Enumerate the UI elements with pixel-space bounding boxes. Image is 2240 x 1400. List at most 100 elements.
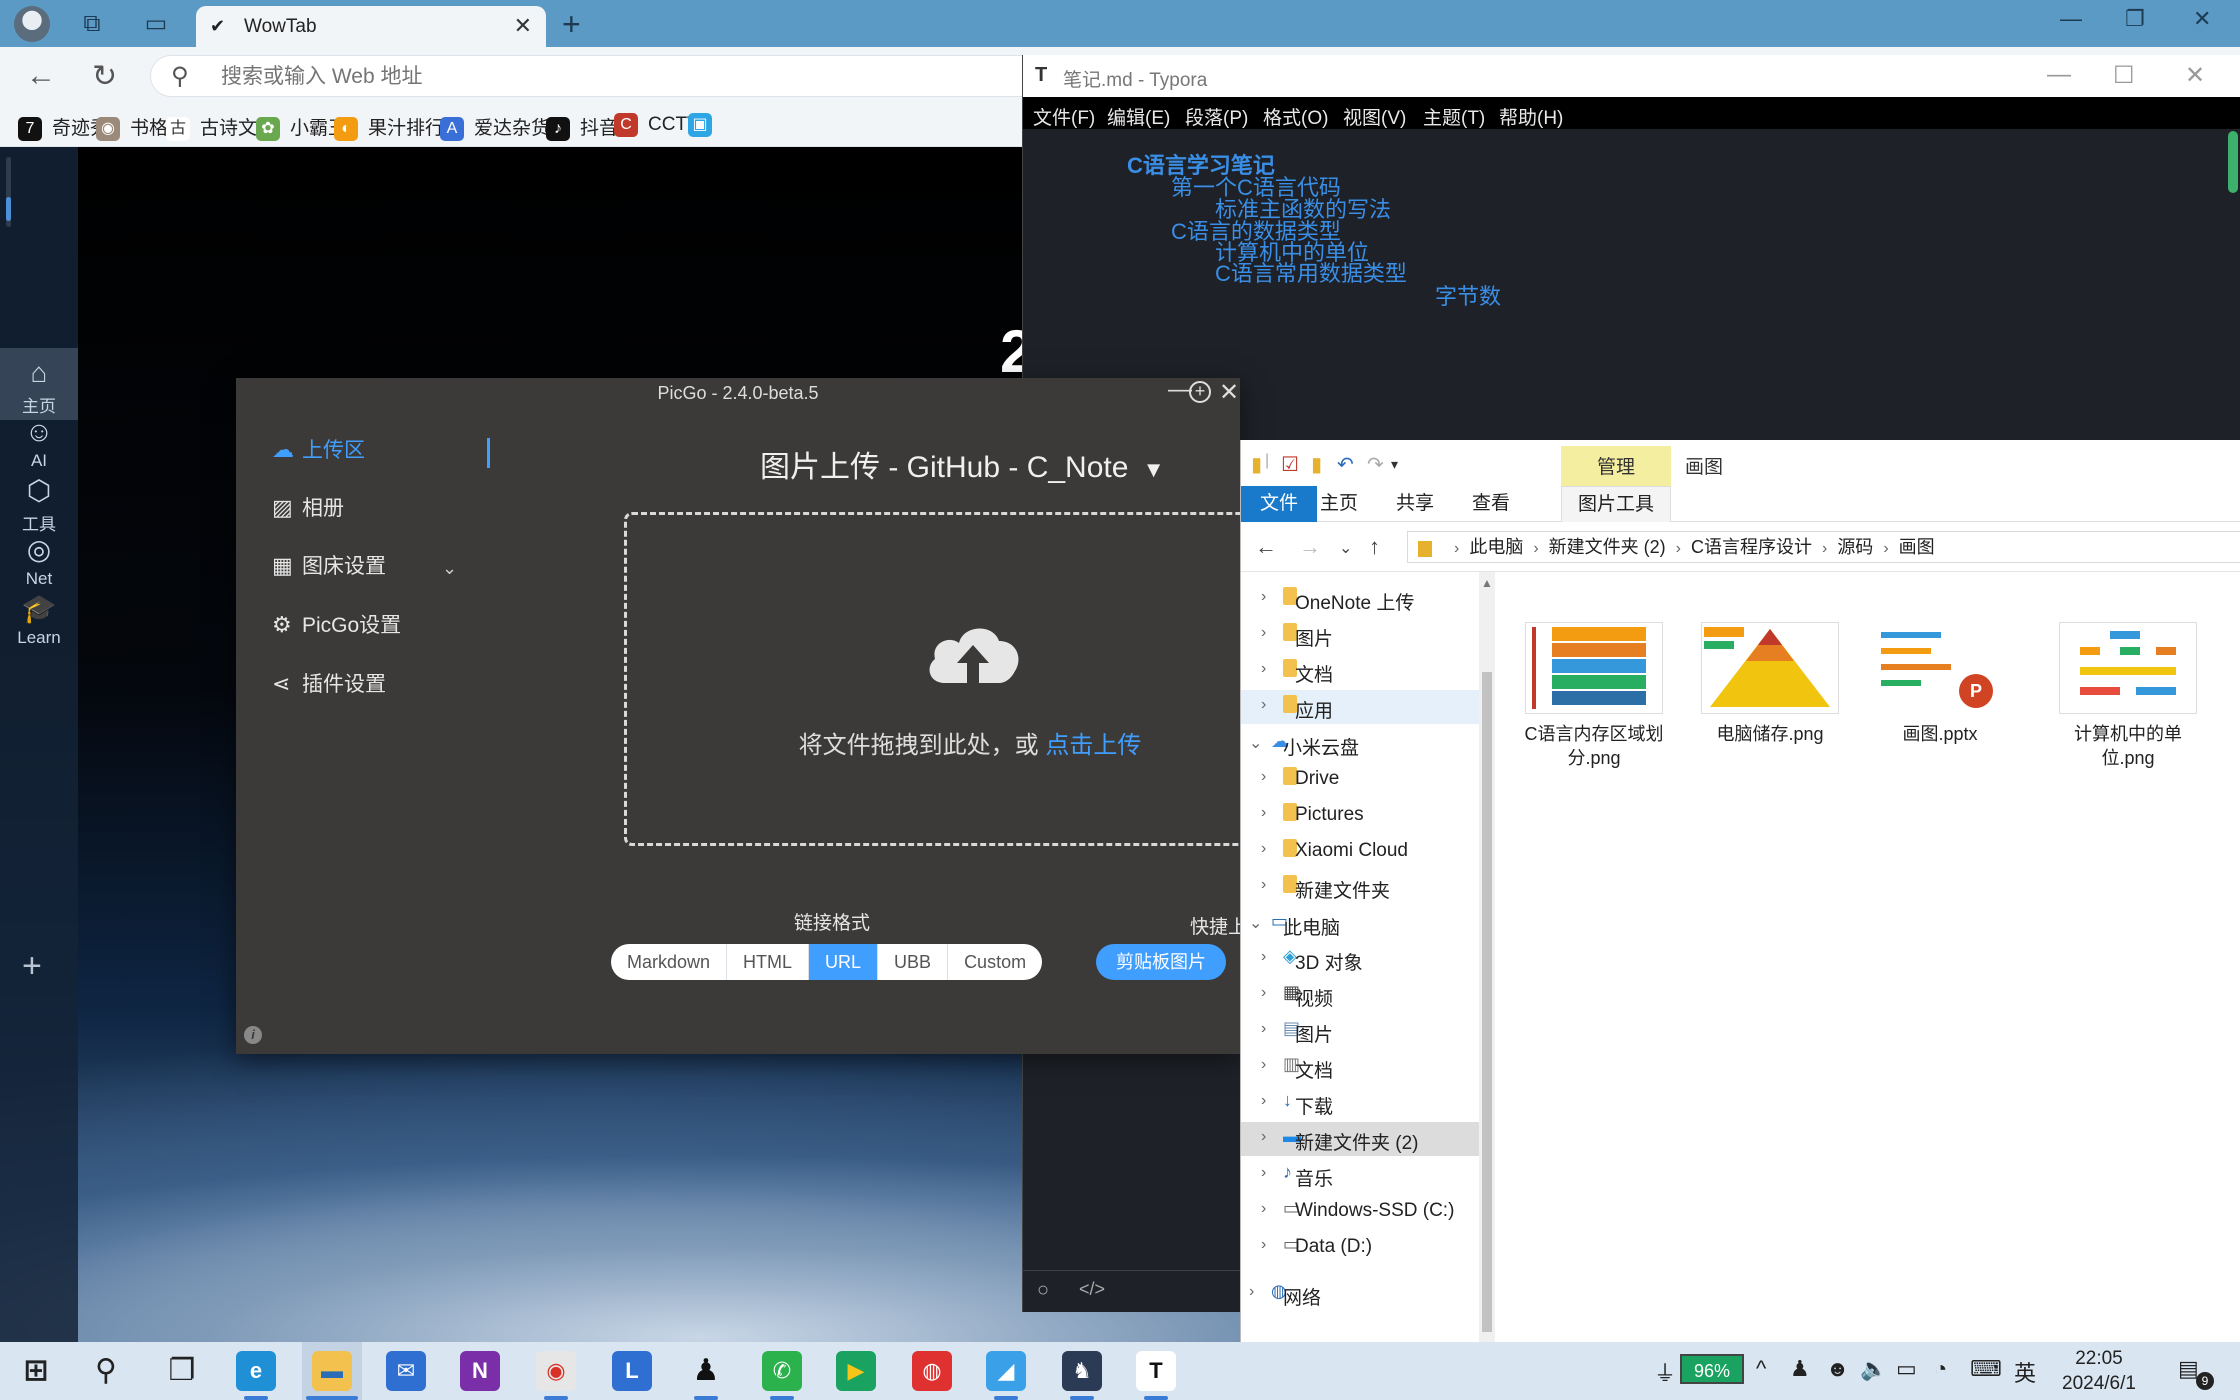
menu-item[interactable]: 视图(V): [1343, 103, 1406, 130]
minimize-icon[interactable]: —: [2047, 61, 2071, 89]
chevron-down-icon[interactable]: ⌄: [1249, 913, 1262, 933]
format-option-markdown[interactable]: Markdown: [611, 944, 728, 980]
tree-item[interactable]: ⌄ ▭ 此电脑: [1241, 907, 1479, 941]
nav-gallery[interactable]: ▨ 相册: [272, 492, 344, 522]
netease-music-icon[interactable]: ◍: [912, 1351, 952, 1391]
lenovo-icon[interactable]: L: [612, 1351, 652, 1391]
chevron-right-icon[interactable]: ›: [1261, 840, 1266, 858]
reload-icon[interactable]: ↻: [92, 59, 117, 94]
navigation-scrollbar[interactable]: ▲: [1479, 572, 1495, 1342]
rail-item-learn[interactable]: 🎓 Learn: [0, 584, 78, 656]
clipboard-upload-button[interactable]: 剪贴板图片: [1096, 944, 1226, 980]
tree-item[interactable]: › OneNote 上传: [1241, 582, 1479, 616]
click-upload-link[interactable]: 点击上传: [1045, 732, 1141, 759]
recent-locations-icon[interactable]: ⌄: [1339, 538, 1352, 558]
source-code-icon[interactable]: </>: [1079, 1279, 1105, 1300]
power-plug-icon[interactable]: ⏚: [1654, 1356, 1676, 1388]
add-icon[interactable]: +: [22, 947, 42, 986]
mail-icon[interactable]: ✉: [386, 1351, 426, 1391]
tab-actions-icon[interactable]: ▭: [136, 6, 176, 42]
tree-item[interactable]: › ▤ 图片: [1241, 1014, 1479, 1048]
format-option-url[interactable]: URL: [809, 944, 879, 980]
chevron-right-icon[interactable]: ›: [1261, 1236, 1266, 1254]
cat-tray-icon[interactable]: ☻: [1826, 1356, 1849, 1382]
tree-item[interactable]: › ▭ Windows-SSD (C:): [1241, 1194, 1479, 1228]
chevron-right-icon[interactable]: ›: [1261, 1164, 1266, 1182]
format-option-ubb[interactable]: UBB: [878, 944, 949, 980]
outline-item[interactable]: C语言常用数据类型: [1215, 256, 1407, 288]
info-icon[interactable]: i: [244, 1026, 262, 1044]
tree-item[interactable]: ⌄ ☁ 小米云盘: [1241, 727, 1479, 761]
restore-icon[interactable]: ❐: [2125, 6, 2145, 32]
breadcrumb-segment[interactable]: 此电脑: [1469, 532, 1523, 562]
sidebar-toggle-icon[interactable]: ○: [1037, 1279, 1049, 1302]
properties-icon[interactable]: ☑: [1281, 452, 1299, 477]
favorite-item[interactable]: ♪ 抖音: [546, 113, 618, 141]
nav-picbed-settings[interactable]: ▦ 图床设置: [272, 550, 386, 580]
file-item[interactable]: C语言内存区域划分.png: [1519, 622, 1669, 770]
scroll-up-icon[interactable]: ▲: [1481, 576, 1493, 590]
upload-dropzone[interactable]: 将文件拖拽到此处，或 点击上传: [624, 512, 1264, 846]
chevron-right-icon[interactable]: ›: [1261, 1056, 1266, 1074]
undo-icon[interactable]: ↶: [1337, 452, 1354, 477]
file-item[interactable]: 计算机中的单位.png: [2053, 622, 2203, 770]
close-icon[interactable]: ✕: [2185, 61, 2205, 90]
outline-item[interactable]: 字节数: [1435, 279, 1501, 311]
task-view-icon[interactable]: ❐: [162, 1351, 202, 1391]
close-tab-icon[interactable]: ✕: [514, 13, 532, 39]
chrome-icon[interactable]: ◉: [536, 1351, 576, 1391]
typora-scrollbar[interactable]: [2228, 131, 2238, 193]
ribbon-tab[interactable]: 共享: [1377, 486, 1453, 522]
picgo-icon[interactable]: ♞: [1062, 1351, 1102, 1391]
keyboard-icon[interactable]: ⌨: [1970, 1356, 2002, 1382]
favorite-item[interactable]: ◉ 书格: [96, 113, 168, 141]
breadcrumb-segment[interactable]: 源码: [1837, 532, 1873, 562]
chevron-right-icon[interactable]: ›: [1261, 876, 1266, 894]
ribbon-tab[interactable]: 图片工具: [1561, 486, 1671, 522]
menu-item[interactable]: 主题(T): [1423, 103, 1485, 130]
tree-item[interactable]: › ◍ 网络: [1241, 1277, 1479, 1311]
tree-item[interactable]: › ◈ 3D 对象: [1241, 942, 1479, 976]
qq-icon[interactable]: ♟: [686, 1351, 726, 1391]
tree-item[interactable]: › ♪ 音乐: [1241, 1158, 1479, 1192]
tab-wowtab[interactable]: ✔ WowTab ✕: [196, 6, 546, 47]
pin-icon[interactable]: +: [1189, 381, 1211, 403]
chevron-right-icon[interactable]: ›: [1261, 1092, 1266, 1110]
tree-item[interactable]: › 文档: [1241, 654, 1479, 688]
chevron-right-icon[interactable]: ›: [1261, 696, 1266, 714]
edge-icon[interactable]: e: [236, 1351, 276, 1391]
ime-indicator[interactable]: 英: [2014, 1356, 2036, 1388]
menu-item[interactable]: 帮助(H): [1499, 103, 1563, 130]
chevron-right-icon[interactable]: ›: [1261, 660, 1266, 678]
breadcrumb-segment[interactable]: 新建文件夹 (2): [1549, 532, 1666, 562]
up-arrow-icon[interactable]: ↑: [1369, 534, 1380, 560]
onenote-icon[interactable]: N: [460, 1351, 500, 1391]
close-icon[interactable]: ✕: [1219, 378, 1239, 407]
workspaces-icon[interactable]: ⧉: [72, 6, 112, 42]
wechat-icon[interactable]: ✆: [762, 1351, 802, 1391]
forward-arrow-icon[interactable]: →: [1299, 534, 1321, 560]
ribbon-context-manage[interactable]: 管理: [1561, 446, 1671, 486]
close-window-icon[interactable]: ✕: [2193, 6, 2211, 32]
chevron-right-icon[interactable]: ›: [1261, 1128, 1266, 1146]
format-option-html[interactable]: HTML: [727, 944, 810, 980]
chevron-right-icon[interactable]: ›: [1261, 624, 1266, 642]
editor-icon[interactable]: ◢: [986, 1351, 1026, 1391]
address-input[interactable]: [221, 62, 1121, 92]
chevron-down-icon[interactable]: ⌄: [442, 558, 457, 579]
tree-item[interactable]: › 图片: [1241, 618, 1479, 652]
chevron-right-icon[interactable]: ›: [1261, 1020, 1266, 1038]
tree-item[interactable]: › ▭ Data (D:): [1241, 1230, 1479, 1264]
chevron-up-icon[interactable]: ^: [1756, 1356, 1766, 1382]
tree-item[interactable]: › ▥ 文档: [1241, 1050, 1479, 1084]
chevron-right-icon[interactable]: ›: [1261, 1200, 1266, 1218]
new-tab-icon[interactable]: +: [562, 6, 581, 43]
tree-item[interactable]: › 应用: [1241, 690, 1479, 724]
file-item[interactable]: P 画图.pptx: [1865, 622, 2015, 746]
tree-item[interactable]: › ▦ 视频: [1241, 978, 1479, 1012]
wifi-icon[interactable]: ◔: [1934, 1356, 1947, 1382]
tree-item[interactable]: › Xiaomi Cloud: [1241, 834, 1479, 868]
format-option-custom[interactable]: Custom: [948, 944, 1042, 980]
breadcrumb-segment[interactable]: C语言程序设计: [1691, 532, 1812, 562]
breadcrumb[interactable]: › 此电脑 › 新建文件夹 (2) › C语言程序设计 › 源码 › 画图: [1407, 531, 2240, 563]
